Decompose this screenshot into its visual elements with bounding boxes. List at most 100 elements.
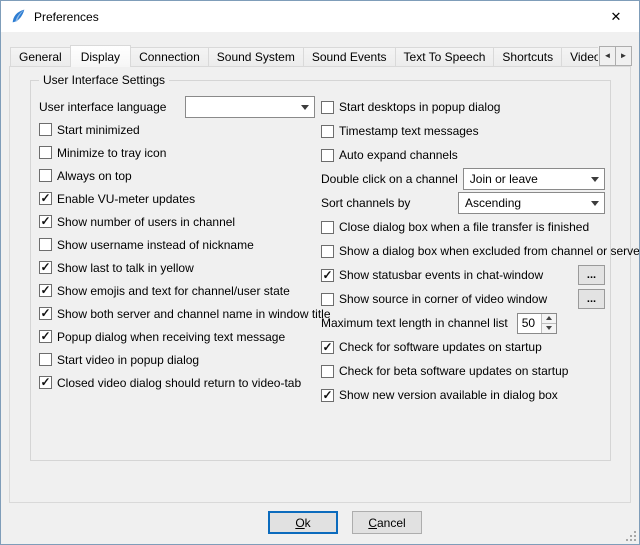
spin-up-button[interactable]: [542, 314, 556, 324]
right-column: Start desktops in popup dialogTimestamp …: [321, 95, 605, 407]
spin-down-button[interactable]: [542, 324, 556, 333]
checkbox-row: Popup dialog when receiving text message: [39, 325, 315, 348]
tab-connection[interactable]: Connection: [130, 47, 209, 66]
checkbox-label: Closed video dialog should return to vid…: [57, 376, 301, 390]
checkbox-start-minimized[interactable]: [39, 123, 52, 136]
checkbox-show-username-instead-of-nickname[interactable]: [39, 238, 52, 251]
spin-arrows: [541, 314, 556, 333]
tab-text-to-speech[interactable]: Text To Speech: [395, 47, 495, 66]
app-icon: [10, 8, 27, 25]
checkbox-check-for-software-updates-on-startup[interactable]: [321, 341, 334, 354]
checkbox-label: Show statusbar events in chat-window: [339, 268, 543, 282]
resize-grip[interactable]: [624, 529, 637, 542]
checkbox-closed-video-dialog-should-return-to-video-tab[interactable]: [39, 376, 52, 389]
checkbox-label: Show emojis and text for channel/user st…: [57, 284, 290, 298]
ok-button[interactable]: Ok: [268, 511, 338, 534]
checkbox-label: Show new version available in dialog box: [339, 388, 558, 402]
checkbox-row: Start video in popup dialog: [39, 348, 315, 371]
tab-sound-system[interactable]: Sound System: [208, 47, 304, 66]
checkbox-show-statusbar-events-in-chat-window[interactable]: [321, 269, 334, 282]
checkbox-row: Close dialog box when a file transfer is…: [321, 215, 605, 239]
combo-sort-channels-by[interactable]: Ascending: [458, 192, 605, 214]
checkbox-label: Check for beta software updates on start…: [339, 364, 568, 378]
checkbox-row: Show source in corner of video window...: [321, 287, 605, 311]
checkbox-label: Start minimized: [57, 123, 140, 137]
checkbox-show-both-server-and-channel-name-in-window-title[interactable]: [39, 307, 52, 320]
checkbox-label: Show username instead of nickname: [57, 238, 254, 252]
spinbox-maximum-text-length-in-channel-list[interactable]: 50: [517, 313, 557, 334]
checkbox-row: Closed video dialog should return to vid…: [39, 371, 315, 394]
tab-display[interactable]: Display: [70, 45, 131, 67]
arrow-left-icon: ◄: [604, 52, 612, 60]
tab-shortcuts[interactable]: Shortcuts: [493, 47, 562, 66]
cancel-button[interactable]: Cancel: [352, 511, 422, 534]
checkbox-label: Show source in corner of video window: [339, 292, 547, 306]
checkbox-label: Show number of users in channel: [57, 215, 235, 229]
checkbox-label: Show last to talk in yellow: [57, 261, 194, 275]
checkbox-row: Show new version available in dialog box: [321, 383, 605, 407]
checkbox-row: Minimize to tray icon: [39, 141, 315, 164]
checkbox-minimize-to-tray-icon[interactable]: [39, 146, 52, 159]
checkbox-label: Minimize to tray icon: [57, 146, 166, 160]
combo-double-click-on-a-channel[interactable]: Join or leave: [463, 168, 605, 190]
checkbox-row: Check for beta software updates on start…: [321, 359, 605, 383]
ok-label-rest: k: [305, 516, 311, 530]
tab-scroll-right-button[interactable]: ►: [615, 46, 632, 66]
close-icon: ✕: [611, 9, 622, 25]
arrow-down-icon: [546, 326, 552, 333]
combo-label: Sort channels by: [321, 196, 410, 210]
checkbox-label: Show a dialog box when excluded from cha…: [339, 244, 640, 258]
checkbox-row: Start desktops in popup dialog: [321, 95, 605, 119]
checkbox-label: Show both server and channel name in win…: [57, 307, 331, 321]
left-column: User interface language Start minimized Mi…: [39, 95, 315, 407]
checkbox-always-on-top[interactable]: [39, 169, 52, 182]
checkbox-start-video-in-popup-dialog[interactable]: [39, 353, 52, 366]
combo-row: Double click on a channelJoin or leave: [321, 167, 605, 191]
checkbox-label: Enable VU-meter updates: [57, 192, 195, 206]
ok-label-accel: O: [295, 516, 304, 530]
tab-general[interactable]: General: [10, 47, 71, 66]
window-title: Preferences: [34, 10, 99, 24]
checkbox-timestamp-text-messages[interactable]: [321, 125, 334, 138]
checkbox-close-dialog-box-when-a-file-transfer-is-finished[interactable]: [321, 221, 334, 234]
close-button[interactable]: ✕: [593, 1, 639, 32]
checkbox-row: Show both server and channel name in win…: [39, 302, 315, 325]
chevron-down-icon: [301, 105, 309, 114]
language-row: User interface language: [39, 95, 315, 118]
checkbox-check-for-beta-software-updates-on-startup[interactable]: [321, 365, 334, 378]
checkbox-label: Start desktops in popup dialog: [339, 100, 500, 114]
more-options-button[interactable]: ...: [578, 265, 605, 285]
tab-scroll-left-button[interactable]: ◄: [599, 46, 616, 66]
combo-value: Ascending: [465, 196, 521, 210]
dialog-buttons: Ok Cancel: [1, 511, 639, 534]
checkbox-start-desktops-in-popup-dialog[interactable]: [321, 101, 334, 114]
preferences-dialog: Preferences ✕ GeneralDisplayConnectionSo…: [0, 0, 640, 545]
checkbox-show-new-version-available-in-dialog-box[interactable]: [321, 389, 334, 402]
checkbox-show-number-of-users-in-channel[interactable]: [39, 215, 52, 228]
combo-row: Sort channels by Ascending: [321, 191, 605, 215]
checkbox-label: Always on top: [57, 169, 132, 183]
tab-strip: GeneralDisplayConnectionSound SystemSoun…: [10, 45, 598, 67]
checkbox-show-source-in-corner-of-video-window[interactable]: [321, 293, 334, 306]
language-label: User interface language: [39, 100, 166, 114]
checkbox-show-a-dialog-box-when-excluded-from-channel-or-server[interactable]: [321, 245, 334, 258]
ui-settings-group: User Interface Settings User interface l…: [30, 80, 611, 461]
spin-value: 50: [518, 314, 541, 333]
tab-scroll-buttons: ◄ ►: [599, 46, 632, 66]
checkbox-enable-vu-meter-updates[interactable]: [39, 192, 52, 205]
checkbox-show-last-to-talk-in-yellow[interactable]: [39, 261, 52, 274]
tab-video[interactable]: Video: [561, 47, 598, 66]
checkbox-label: Check for software updates on startup: [339, 340, 542, 354]
checkbox-row: Auto expand channels: [321, 143, 605, 167]
group-title: User Interface Settings: [39, 73, 169, 87]
checkbox-auto-expand-channels[interactable]: [321, 149, 334, 162]
more-options-button[interactable]: ...: [578, 289, 605, 309]
arrow-up-icon: [546, 313, 552, 320]
language-combo[interactable]: [185, 96, 315, 118]
cancel-label-accel: C: [368, 516, 377, 530]
tab-sound-events[interactable]: Sound Events: [303, 47, 396, 66]
checkbox-show-emojis-and-text-for-channel-user-state[interactable]: [39, 284, 52, 297]
checkbox-popup-dialog-when-receiving-text-message[interactable]: [39, 330, 52, 343]
tab-page-display: User Interface Settings User interface l…: [9, 66, 631, 503]
checkbox-row: Show last to talk in yellow: [39, 256, 315, 279]
